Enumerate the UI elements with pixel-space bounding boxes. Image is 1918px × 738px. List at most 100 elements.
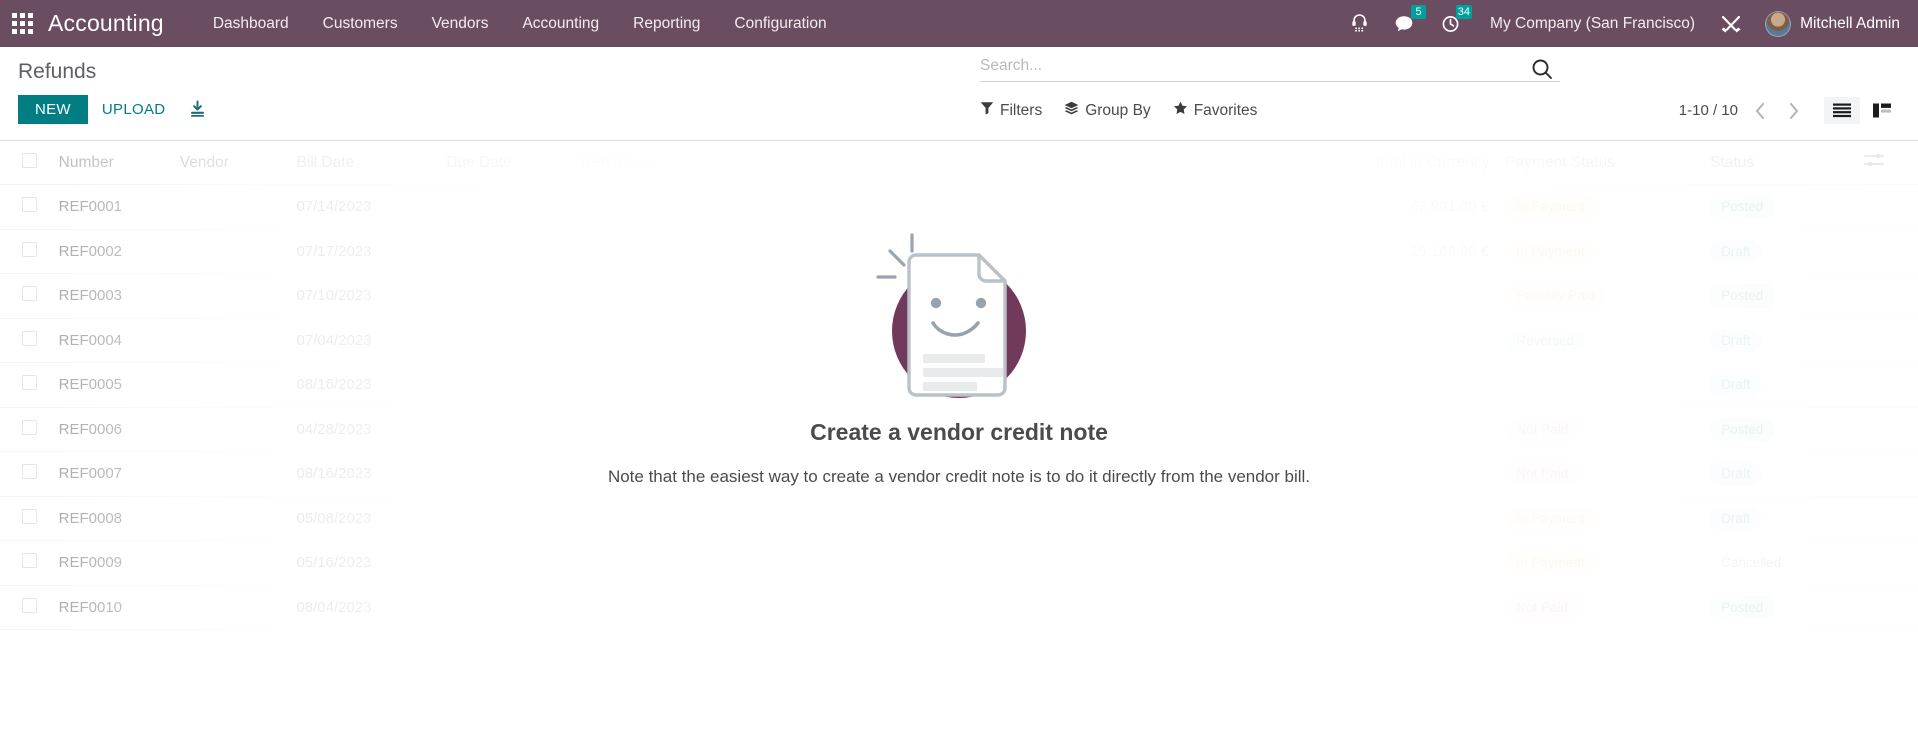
column-header-tax-excluded[interactable]: Tax Excluded (880, 141, 1101, 185)
cell-tax-excluded (880, 496, 1101, 541)
status-badge: Posted (1710, 284, 1775, 308)
column-header-total-in-currency[interactable]: Total in Currency (1277, 141, 1498, 185)
column-header-status[interactable]: Status (1702, 141, 1857, 185)
column-header-activities[interactable]: Activities (704, 141, 881, 185)
menu-item-configuration[interactable]: Configuration (717, 9, 843, 39)
cell-status: Posted (1702, 184, 1857, 230)
messages-icon[interactable]: 5 (1381, 0, 1428, 47)
kanban-view-button[interactable] (1864, 97, 1900, 124)
row-select-cell[interactable] (0, 451, 51, 497)
select-all-cell[interactable] (0, 141, 51, 185)
activities-clock-icon[interactable]: 34 (1428, 0, 1474, 47)
select-all-checkbox[interactable] (22, 152, 37, 168)
table-row[interactable]: REF0007 08/16/2023 Not Paid Draft (0, 451, 1918, 497)
group-by-button[interactable]: Group By (1064, 99, 1151, 122)
user-menu[interactable]: Mitchell Admin (1755, 10, 1900, 37)
avatar (1765, 10, 1792, 37)
cell-reference (572, 229, 705, 274)
cell-activities (704, 496, 881, 541)
status-badge: Cancelled (1721, 555, 1782, 570)
status-badge: Draft (1710, 373, 1762, 397)
voip-phone-icon[interactable] (1338, 0, 1381, 47)
status-badge: Posted (1710, 417, 1775, 441)
row-checkbox[interactable] (22, 464, 37, 480)
download-import-icon[interactable] (179, 96, 216, 123)
column-header-vendor[interactable]: Vendor (171, 141, 289, 185)
filters-button[interactable]: Filters (980, 99, 1042, 122)
column-header-bill-date[interactable]: Bill Date (288, 141, 439, 185)
menu-item-accounting[interactable]: Accounting (505, 9, 616, 39)
row-select-cell[interactable] (0, 585, 51, 630)
table-row[interactable]: REF0009 05/16/2023 In Payment Cancelled (0, 540, 1918, 586)
cell-activities (704, 318, 881, 363)
cell-due-date (438, 451, 573, 497)
pager-previous-button[interactable] (1748, 102, 1772, 120)
cell-vendor (171, 318, 289, 363)
cell-total (1100, 585, 1278, 630)
search-input[interactable] (980, 57, 1560, 75)
menu-item-dashboard[interactable]: Dashboard (196, 9, 306, 39)
row-checkbox[interactable] (22, 508, 37, 524)
wrench-tools-icon[interactable] (1707, 0, 1755, 47)
column-header-due-date[interactable]: Due Date (438, 141, 573, 185)
row-checkbox[interactable] (22, 375, 37, 391)
row-checkbox[interactable] (22, 241, 37, 257)
cell-total-in-currency (1277, 362, 1498, 408)
row-select-cell[interactable] (0, 318, 51, 363)
row-select-cell[interactable] (0, 362, 51, 408)
cell-number: REF0007 (50, 451, 172, 497)
row-select-cell[interactable] (0, 407, 51, 452)
column-header-reference[interactable]: Reference (572, 141, 705, 185)
cell-payment-status: In Payment (1497, 540, 1703, 586)
row-checkbox[interactable] (22, 286, 37, 302)
cell-number: REF0002 (50, 229, 172, 274)
table-row[interactable]: REF0010 08/04/2023 Not Paid Posted (0, 585, 1918, 630)
cell-activities (704, 451, 881, 497)
cell-activities (704, 585, 881, 630)
row-checkbox[interactable] (22, 197, 37, 213)
main-menu: Dashboard Customers Vendors Accounting R… (196, 9, 844, 39)
table-row[interactable]: REF0003 07/10/2023 Partially Paid Posted (0, 273, 1918, 319)
menu-item-customers[interactable]: Customers (306, 9, 415, 39)
filters-label: Filters (1000, 101, 1043, 119)
app-brand-title[interactable]: Accounting (48, 10, 164, 37)
upload-button[interactable]: UPLOAD (88, 95, 180, 124)
row-select-cell[interactable] (0, 273, 51, 319)
row-select-cell[interactable] (0, 540, 51, 586)
table-row[interactable]: REF0001 07/14/2023 67,901.00 € In Payment Po… (0, 184, 1918, 230)
cell-vendor (171, 585, 289, 630)
menu-item-vendors[interactable]: Vendors (415, 9, 506, 39)
pager-range: 1-10 / 10 (1678, 102, 1738, 119)
new-button[interactable]: NEW (18, 95, 88, 124)
table-row[interactable]: REF0002 07/17/2023 15,166.00 € In Payment Dr… (0, 229, 1918, 274)
table-row[interactable]: REF0005 08/16/2023 Draft (0, 362, 1918, 408)
apps-grid-icon[interactable] (12, 12, 34, 35)
list-view-button[interactable] (1824, 97, 1860, 124)
row-select-cell[interactable] (0, 184, 51, 230)
search-magnifier-icon[interactable] (1530, 57, 1554, 86)
cell-total (1100, 362, 1278, 408)
favorites-button[interactable]: Favorites (1173, 99, 1257, 122)
row-checkbox[interactable] (22, 553, 37, 569)
row-checkbox[interactable] (22, 419, 37, 435)
searchview[interactable] (980, 57, 1560, 82)
row-select-cell[interactable] (0, 229, 51, 274)
table-row[interactable]: REF0004 07/04/2023 Reversed Draft (0, 318, 1918, 363)
column-header-total[interactable]: Total (1100, 141, 1278, 185)
cell-row-options (1856, 540, 1918, 586)
table-row[interactable]: REF0008 05/08/2023 In Payment Draft (0, 496, 1918, 541)
table-row[interactable]: REF0006 04/28/2023 Not Paid Posted (0, 407, 1918, 452)
menu-item-reporting[interactable]: Reporting (616, 9, 717, 39)
cell-bill-date: 08/16/2023 (288, 451, 439, 497)
column-settings-icon[interactable] (1856, 141, 1918, 185)
pager-next-button[interactable] (1782, 102, 1806, 120)
company-selector[interactable]: My Company (San Francisco) (1474, 15, 1707, 33)
row-select-cell[interactable] (0, 496, 51, 541)
column-header-payment-status[interactable]: Payment Status (1497, 141, 1703, 185)
row-checkbox[interactable] (22, 330, 37, 346)
cell-due-date (438, 184, 573, 230)
column-header-number[interactable]: Number (50, 141, 172, 185)
navbar-systray: 5 34 My Company (San Francisco) Mitchell… (1338, 0, 1900, 47)
cell-payment-status: Not Paid (1497, 451, 1703, 497)
row-checkbox[interactable] (22, 597, 37, 613)
